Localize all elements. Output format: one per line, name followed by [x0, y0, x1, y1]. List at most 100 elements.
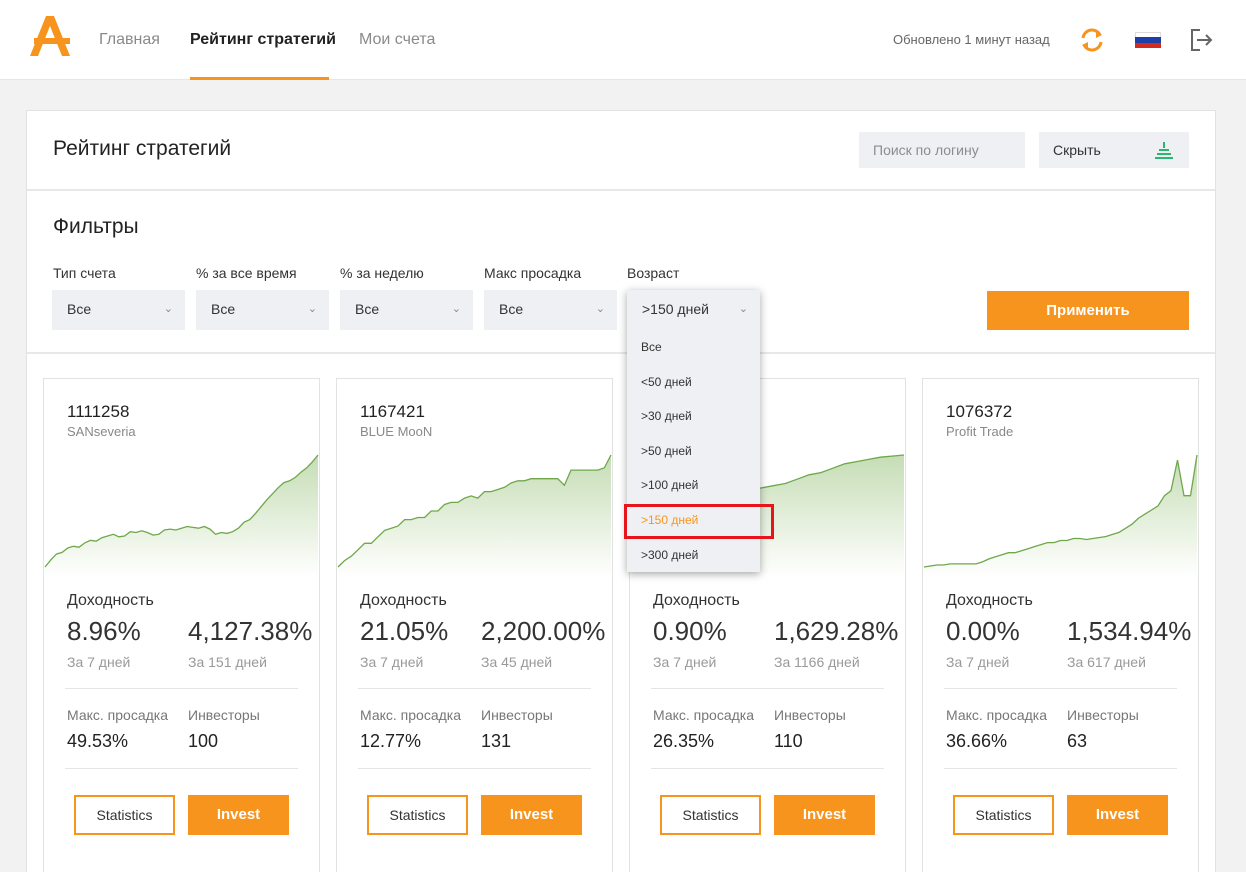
- investors-label: Инвесторы: [774, 707, 846, 723]
- filter-label-total-pct: % за все время: [196, 265, 297, 281]
- refresh-icon[interactable]: [1078, 26, 1106, 54]
- filter-label-age: Возраст: [627, 265, 680, 281]
- statistics-button[interactable]: Statistics: [660, 795, 761, 835]
- filters-title: Фильтры: [53, 215, 139, 238]
- total-yield-value: 4,127.38%: [188, 616, 313, 646]
- statistics-button[interactable]: Statistics: [367, 795, 468, 835]
- age-option[interactable]: <50 дней: [641, 375, 692, 389]
- profit-chart: [923, 454, 1198, 577]
- nav-home[interactable]: Главная: [99, 0, 160, 80]
- chevron-down-icon: ⌄: [738, 303, 748, 315]
- strategy-name: SANseveria: [67, 424, 136, 439]
- card-divider: [358, 768, 591, 769]
- age-option[interactable]: >300 дней: [641, 548, 698, 562]
- apply-button[interactable]: Применить: [987, 291, 1189, 330]
- chevron-down-icon: ⌄: [163, 303, 173, 315]
- account-number: 1111258: [67, 402, 130, 421]
- account-type-select[interactable]: Все ⌄: [52, 290, 185, 330]
- total-pct-select[interactable]: Все ⌄: [196, 290, 329, 330]
- nav-strategy-rating[interactable]: Рейтинг стратегий: [190, 0, 336, 80]
- week-yield-value: 21.05%: [360, 616, 449, 646]
- login-search-input[interactable]: [859, 132, 1025, 168]
- investors-value: 131: [481, 731, 512, 751]
- logo-icon[interactable]: [28, 14, 72, 58]
- week-period-label: За 7 дней: [67, 654, 131, 670]
- chart-area: [924, 455, 1197, 577]
- select-value: Все: [67, 301, 92, 317]
- statistics-button[interactable]: Statistics: [74, 795, 175, 835]
- age-option[interactable]: Все: [641, 340, 662, 354]
- drawdown-label: Макс. просадка: [946, 707, 1047, 723]
- strategy-card[interactable]: 1076372 Profit Trade Доходность 0.00% 1,534.…: [922, 378, 1199, 872]
- yield-label: Доходность: [67, 592, 154, 609]
- invest-button[interactable]: Invest: [481, 795, 582, 835]
- age-select-value: >150 дней: [642, 301, 709, 317]
- active-tab-indicator: [190, 77, 329, 80]
- strategy-card[interactable]: 1167421 BLUE MooN Доходность 21.05% 2,200.00…: [336, 378, 613, 872]
- select-value: Все: [499, 301, 524, 317]
- drawdown-value: 49.53%: [67, 731, 129, 751]
- total-period-label: За 151 дней: [188, 654, 267, 670]
- strategy-name: Profit Trade: [946, 424, 1014, 439]
- age-option[interactable]: >50 дней: [641, 444, 692, 458]
- drawdown-label: Макс. просадка: [653, 707, 754, 723]
- card-divider: [944, 688, 1177, 689]
- statistics-button[interactable]: Statistics: [953, 795, 1054, 835]
- logout-icon[interactable]: [1188, 27, 1214, 53]
- chevron-down-icon: ⌄: [307, 303, 317, 315]
- divider: [27, 352, 1215, 354]
- account-number: 1167421: [360, 402, 425, 421]
- yield-label: Доходность: [653, 592, 740, 609]
- filter-label-max-drawdown: Макс просадка: [484, 265, 582, 281]
- max-drawdown-select[interactable]: Все ⌄: [484, 290, 617, 330]
- week-yield-value: 8.96%: [67, 616, 141, 646]
- total-yield-value: 2,200.00%: [481, 616, 606, 646]
- strategy-card[interactable]: 1111258 SANseveria Доходность 8.96% 4,127.38…: [43, 378, 320, 872]
- age-option[interactable]: >30 дней: [641, 409, 692, 423]
- card-divider: [65, 688, 298, 689]
- card-divider: [651, 768, 884, 769]
- total-period-label: За 45 дней: [481, 654, 553, 670]
- invest-button[interactable]: Invest: [1067, 795, 1168, 835]
- hide-filters-button[interactable]: Скрыть: [1039, 132, 1189, 168]
- investors-value: 110: [774, 731, 803, 751]
- week-pct-select[interactable]: Все ⌄: [340, 290, 473, 330]
- yield-label: Доходность: [946, 592, 1033, 609]
- invest-button[interactable]: Invest: [774, 795, 875, 835]
- filter-icon: [1155, 142, 1173, 159]
- chevron-down-icon: ⌄: [595, 303, 605, 315]
- profit-chart: [44, 454, 319, 577]
- hide-label: Скрыть: [1053, 142, 1101, 158]
- week-period-label: За 7 дней: [653, 654, 717, 670]
- page-title: Рейтинг стратегий: [53, 137, 232, 160]
- card-divider: [944, 768, 1177, 769]
- select-value: Все: [211, 301, 236, 317]
- top-navbar: Главная Рейтинг стратегий Мои счета Обно…: [0, 0, 1246, 80]
- investors-label: Инвесторы: [188, 707, 260, 723]
- card-divider: [65, 768, 298, 769]
- total-yield-value: 1,629.28%: [774, 616, 899, 646]
- drawdown-value: 36.66%: [946, 731, 1008, 751]
- total-yield-value: 1,534.94%: [1067, 616, 1192, 646]
- russian-flag-icon[interactable]: [1135, 32, 1161, 48]
- week-period-label: За 7 дней: [360, 654, 424, 670]
- week-yield-value: 0.00%: [946, 616, 1020, 646]
- strategy-name: BLUE MooN: [360, 424, 433, 439]
- update-status: Обновлено 1 минут назад: [893, 32, 1050, 47]
- filter-label-week-pct: % за неделю: [340, 265, 424, 281]
- investors-value: 63: [1067, 731, 1088, 751]
- filter-label-account-type: Тип счета: [53, 265, 116, 281]
- card-divider: [358, 688, 591, 689]
- chevron-down-icon: ⌄: [451, 303, 461, 315]
- drawdown-label: Макс. просадка: [67, 707, 168, 723]
- total-period-label: За 1166 дней: [774, 654, 860, 670]
- invest-button[interactable]: Invest: [188, 795, 289, 835]
- total-period-label: За 617 дней: [1067, 654, 1146, 670]
- week-yield-value: 0.90%: [653, 616, 727, 646]
- chart-area: [45, 455, 318, 577]
- age-option[interactable]: >100 дней: [641, 478, 698, 492]
- nav-my-accounts[interactable]: Мои счета: [359, 0, 435, 80]
- highlight-box: [624, 504, 774, 539]
- select-value: Все: [355, 301, 380, 317]
- drawdown-label: Макс. просадка: [360, 707, 461, 723]
